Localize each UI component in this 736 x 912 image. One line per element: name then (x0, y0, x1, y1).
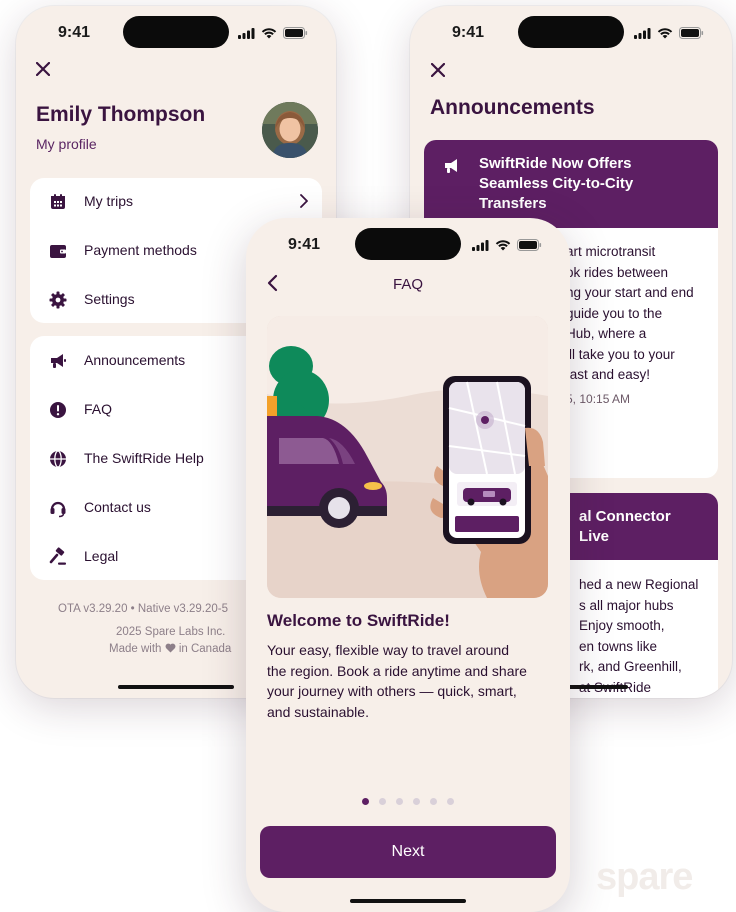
profile-name: Emily Thompson (36, 103, 206, 126)
pagination-dot[interactable] (447, 798, 454, 805)
close-icon[interactable] (36, 62, 50, 76)
pagination-dot[interactable] (362, 798, 369, 805)
pagination-dots (246, 798, 570, 805)
battery-icon (679, 27, 704, 39)
announcement-title: SwiftRide Now Offers Seamless City-to-Ci… (479, 155, 634, 212)
wifi-icon (657, 28, 673, 39)
status-time: 9:41 (452, 24, 485, 41)
headset-icon (50, 501, 66, 518)
dynamic-island (123, 16, 229, 48)
menu-item-label: My trips (84, 193, 133, 209)
wifi-icon (261, 28, 277, 39)
cellular-signal-icon (238, 27, 255, 39)
announcement-body: hed a new Regional s all major hubs Enjo… (579, 577, 699, 695)
pagination-dot[interactable] (413, 798, 420, 805)
next-button[interactable]: Next (260, 826, 556, 878)
faq-screen: 9:41 FAQ Welcome to SwiftRide! Your easy… (246, 218, 570, 912)
menu-item-label: The SwiftRide Help (84, 450, 204, 466)
status-bar: 9:41 (246, 218, 570, 274)
battery-icon (517, 239, 542, 251)
heart-icon (165, 643, 176, 653)
dynamic-island (355, 228, 461, 260)
welcome-description: Your easy, flexible way to travel around… (267, 642, 527, 720)
gavel-icon (49, 547, 66, 565)
avatar[interactable] (262, 102, 318, 158)
menu-item-label: Settings (84, 291, 135, 307)
megaphone-icon (51, 354, 66, 368)
status-time: 9:41 (288, 236, 321, 253)
wallet-icon (50, 245, 66, 258)
home-indicator (118, 685, 234, 689)
status-icons (634, 27, 704, 39)
battery-icon (283, 27, 308, 39)
dynamic-island (518, 16, 624, 48)
menu-item-label: Legal (84, 548, 119, 564)
status-bar: 9:41 (410, 6, 732, 62)
page-title: Announcements (430, 96, 595, 119)
calendar-icon (51, 194, 65, 209)
cellular-signal-icon (634, 27, 651, 39)
my-profile-link[interactable]: My profile (36, 136, 97, 152)
close-icon[interactable] (431, 63, 445, 77)
spare-watermark: spare (596, 856, 693, 898)
announcement-body: art microtransit ok rides between ng you… (566, 244, 694, 382)
status-icons (238, 27, 308, 39)
home-indicator (350, 899, 466, 903)
pagination-dot[interactable] (396, 798, 403, 805)
chevron-right-icon (300, 194, 308, 208)
wifi-icon (495, 240, 511, 251)
menu-item-label: FAQ (84, 401, 113, 417)
status-icons (472, 239, 542, 251)
status-bar: 9:41 (16, 6, 336, 62)
megaphone-icon (445, 159, 457, 173)
status-time: 9:41 (58, 24, 91, 41)
menu-item-label: Announcements (84, 352, 186, 368)
announcement-header: SwiftRide Now Offers Seamless City-to-Ci… (424, 140, 718, 228)
alert-circle-icon (50, 402, 66, 418)
welcome-heading: Welcome to SwiftRide! (267, 611, 450, 630)
announcement-date: 5, 10:15 AM (566, 392, 631, 406)
menu-item-label: Contact us (84, 499, 151, 515)
gear-icon (49, 291, 67, 309)
announcement-title: al Connector Live (579, 508, 671, 545)
pagination-dot[interactable] (430, 798, 437, 805)
avatar-photo (262, 102, 318, 158)
in-canada-text: in Canada (178, 643, 232, 655)
onboarding-illustration (267, 316, 548, 598)
pagination-dot[interactable] (379, 798, 386, 805)
made-with-text: Made with (109, 643, 162, 655)
globe-icon (50, 450, 66, 468)
page-title: FAQ (392, 276, 423, 293)
van-and-phone-illustration (267, 316, 548, 598)
cellular-signal-icon (472, 239, 489, 251)
menu-item-label: Payment methods (84, 242, 197, 258)
